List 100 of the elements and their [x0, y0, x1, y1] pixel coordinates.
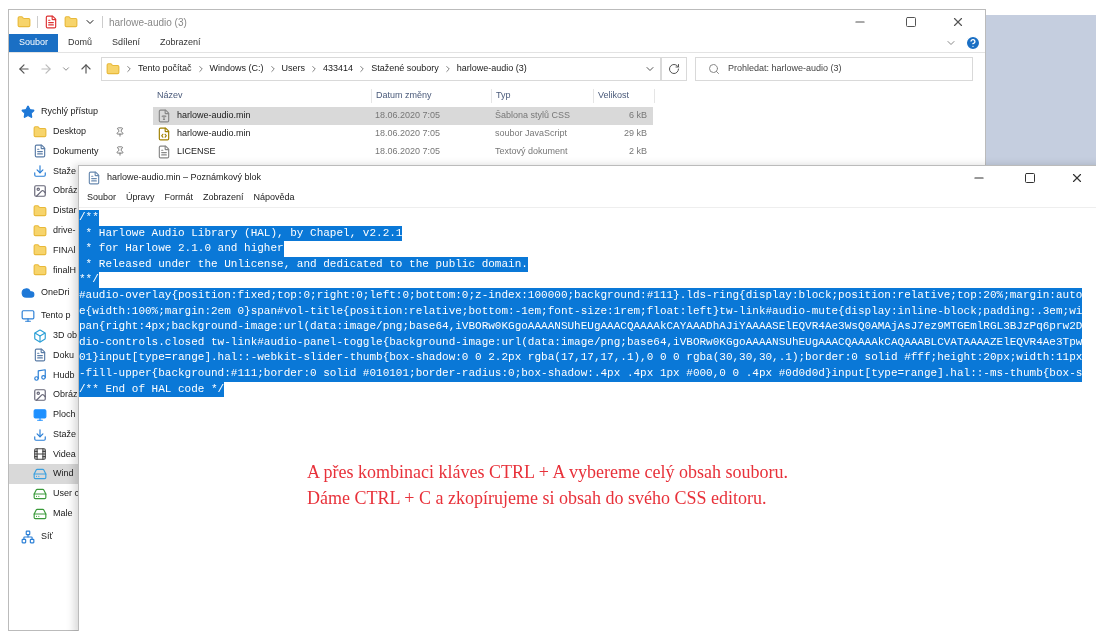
caret-icon[interactable] [61, 64, 71, 74]
column-header[interactable]: Název [153, 89, 371, 103]
sidebar-item[interactable]: Distar [9, 201, 77, 221]
close-icon[interactable] [951, 15, 965, 29]
file-icon [157, 109, 171, 123]
breadcrumb[interactable]: harlowe-audio (3) [456, 62, 527, 76]
menu-item[interactable]: Nápověda [248, 191, 300, 205]
ribbon-tab[interactable]: Domů [58, 34, 103, 52]
pin-icon [115, 146, 125, 157]
folder-icon [33, 223, 47, 238]
sidebar-item[interactable]: User c [9, 484, 79, 504]
search-icon [708, 63, 720, 75]
menu-item[interactable]: Formát [159, 191, 199, 205]
sidebar-item[interactable]: Doku [9, 345, 74, 366]
film-icon [33, 447, 47, 462]
sidebar-item[interactable]: Obráz [9, 181, 78, 201]
file-date: 18.06.2020 7:05 [374, 109, 442, 123]
file-size: 6 kB [628, 109, 648, 123]
document-icon [33, 144, 47, 159]
column-header[interactable]: Velikost [593, 89, 655, 103]
sidebar-item[interactable]: Wind [9, 464, 78, 485]
sidebar-item[interactable]: Staže [9, 424, 76, 445]
drive-icon [33, 487, 47, 502]
sidebar-item[interactable]: Dokumenty [9, 141, 133, 162]
download-icon [33, 427, 47, 442]
file-type: soubor JavaScript [494, 127, 569, 141]
folder-icon [33, 203, 47, 218]
sidebar-item[interactable]: OneDri [9, 283, 70, 303]
breadcrumb[interactable]: Windows (C:) [209, 62, 264, 76]
music-icon [33, 368, 47, 383]
refresh-button[interactable] [661, 57, 687, 81]
sidebar-item[interactable]: Staže [9, 161, 76, 182]
file-row[interactable]: harlowe-audio.min 18.06.2020 7:05 Šablona stylů CSS 6 kB [153, 107, 653, 125]
sidebar-item[interactable]: Videa [9, 444, 76, 465]
ribbon-tab[interactable]: Sdílení [102, 34, 151, 52]
sidebar-item[interactable]: drive- [9, 220, 76, 241]
notepad-icon [87, 170, 101, 185]
sidebar-item[interactable]: Rychlý přístup [9, 102, 99, 122]
sidebar-item[interactable]: Male [9, 503, 73, 524]
sidebar-item[interactable]: Obráz [9, 385, 78, 405]
folder-icon [33, 243, 47, 258]
file-row[interactable]: harlowe-audio.min 18.06.2020 7:05 soubor JavaScript 29 kB [153, 125, 653, 143]
picture-icon [33, 184, 47, 199]
breadcrumb[interactable]: Users [281, 62, 306, 76]
ribbon-tab[interactable]: Soubor [9, 34, 59, 52]
drive-icon [33, 506, 47, 521]
sidebar-item[interactable]: Desktop [9, 121, 133, 142]
refresh-icon [668, 63, 680, 75]
column-header[interactable]: Typ [491, 89, 593, 103]
window-title: harlowe-audio (3) [109, 15, 187, 30]
folder-icon [33, 124, 47, 139]
file-type: Textový dokument [494, 145, 569, 159]
monitor-icon [21, 308, 35, 323]
sidebar-item[interactable]: Hudb [9, 365, 75, 386]
file-name: harlowe-audio.min [177, 109, 251, 123]
sidebar-item[interactable]: Ploch [9, 404, 76, 425]
file-date: 18.06.2020 7:05 [374, 127, 442, 141]
cloud-icon [21, 286, 35, 301]
document-icon [33, 348, 47, 363]
breadcrumb[interactable]: Tento počítač [138, 62, 192, 76]
file-name: LICENSE [177, 145, 216, 159]
text-file-icon [157, 145, 171, 159]
back-icon[interactable] [17, 62, 31, 76]
annotation-text: A přes kombinaci kláves CTRL + A vybereme celý obsah souboru. Dáme CTRL + C a zkopírujeme si obsah do svého CSS editoru. [307, 461, 789, 511]
up-icon[interactable] [79, 62, 93, 76]
folder-icon [33, 263, 47, 278]
sidebar-item[interactable]: Síť [9, 526, 53, 547]
menu-item[interactable]: Soubor [82, 191, 122, 205]
picture-icon [33, 388, 47, 403]
pin-icon [115, 126, 125, 137]
file-row[interactable]: LICENSE 18.06.2020 7:05 Textový dokument 2 kB [153, 143, 653, 161]
maximize-icon[interactable] [905, 16, 917, 28]
sidebar-item[interactable]: Tento p [9, 305, 71, 326]
breadcrumb[interactable]: Stažené soubory [371, 62, 439, 76]
file-type: Šablona stylů CSS [494, 109, 572, 123]
file-size: 2 kB [628, 145, 648, 159]
ribbon-tab[interactable]: Zobrazení [150, 34, 211, 52]
folder-icon [106, 62, 120, 76]
maximize-icon[interactable] [1024, 171, 1036, 184]
sidebar-item[interactable]: finalH [9, 260, 76, 281]
chevron-icon [124, 64, 134, 74]
search-field[interactable]: Prohledat: harlowe-audio (3) [695, 57, 973, 81]
window-title: harlowe-audio.min – Poznámkový blok [107, 170, 262, 184]
download-icon [33, 164, 47, 179]
file-name: harlowe-audio.min [177, 127, 251, 141]
menu-item[interactable]: Zobrazení [198, 191, 249, 205]
drive-icon [33, 467, 47, 482]
search-input[interactable]: Prohledat: harlowe-audio (3) [728, 62, 960, 76]
file-size: 29 kB [623, 127, 648, 141]
menu-item[interactable]: Úpravy [121, 191, 160, 205]
sidebar-item[interactable]: 3D ob [9, 325, 78, 346]
help-icon[interactable] [965, 35, 981, 51]
network-icon [21, 529, 35, 544]
monitor-icon [33, 407, 47, 422]
file-date: 18.06.2020 7:05 [374, 145, 442, 159]
address-bar[interactable]: Tento počítač Windows (C:) Users 433414 Stažené soubory harlowe-audio (3) [101, 57, 661, 81]
script-file-icon [157, 127, 171, 141]
breadcrumb[interactable]: 433414 [323, 62, 354, 76]
column-header[interactable]: Datum změny [371, 89, 491, 103]
sidebar-item[interactable]: FINAl [9, 240, 76, 261]
